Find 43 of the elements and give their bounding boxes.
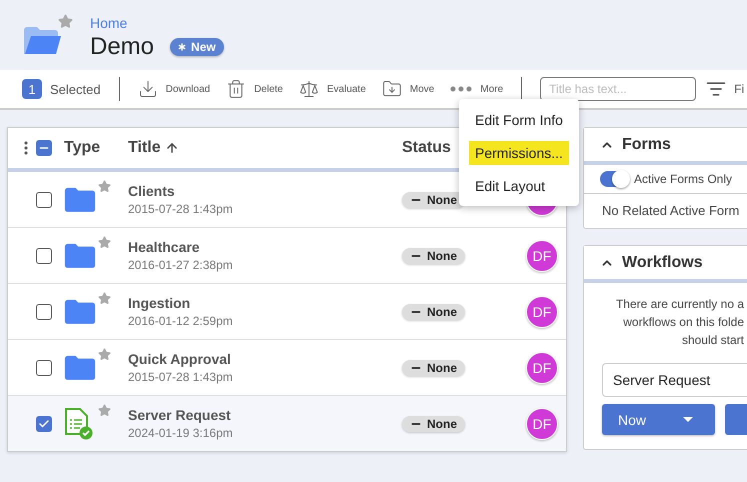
status-badge: None [402,248,465,264]
row-title[interactable]: Healthcare [128,239,402,255]
evaluate-button[interactable]: Evaluate [298,79,366,99]
menu-item[interactable]: Edit Layout [459,169,579,202]
forms-message: No Related Active Form [601,202,740,220]
row-date: 2024-01-19 3:16pm [128,426,234,440]
row-title[interactable]: Ingestion [128,295,402,311]
row-date: 2016-01-27 2:38pm [128,258,234,272]
user-avatar: DF [526,352,558,384]
workflows-panel-header[interactable]: Workflows [584,246,747,283]
workflows-message: workflows on this folde [623,314,744,331]
page-title: Demo [90,33,154,61]
row-title[interactable]: Clients [128,183,402,199]
toggle-label: Active Forms Only [634,172,732,186]
selected-count: 1 [22,79,42,99]
column-header[interactable]: Type [58,139,128,157]
row-title[interactable]: Server Request [128,407,402,423]
menu-item[interactable]: Edit Form Info [459,103,579,136]
menu-item[interactable]: Permissions... [459,136,579,169]
workflows-message: There are currently no a [616,296,744,313]
selected-label: Selected [50,82,101,96]
workflow-select[interactable]: Server Request [602,363,747,397]
status-badge: None [402,304,465,320]
forms-panel-header[interactable]: Forms [584,128,747,165]
now-button[interactable]: Now [602,404,716,435]
workflows-message: should start [682,332,744,349]
row-title[interactable]: Quick Approval [128,351,402,367]
new-badge: New [170,38,224,56]
download-button[interactable]: Download [138,79,210,99]
delete-button[interactable]: Delete [226,79,283,99]
status-badge: None [402,360,465,376]
column-header[interactable]: Title [128,139,402,157]
row-date: 2016-01-12 2:59pm [128,314,234,328]
filter-button[interactable]: Fi [706,79,744,99]
move-button[interactable]: Move [382,79,434,99]
row-date: 2015-07-28 1:43pm [128,370,234,384]
user-avatar: DF [526,296,558,328]
user-avatar: DF [526,240,558,272]
more-button[interactable]: More [450,84,504,94]
user-avatar: DF [526,408,558,440]
search-field[interactable]: Title has text... [540,77,696,101]
status-badge: None [402,416,465,432]
row-date: 2015-07-28 1:43pm [128,202,234,216]
